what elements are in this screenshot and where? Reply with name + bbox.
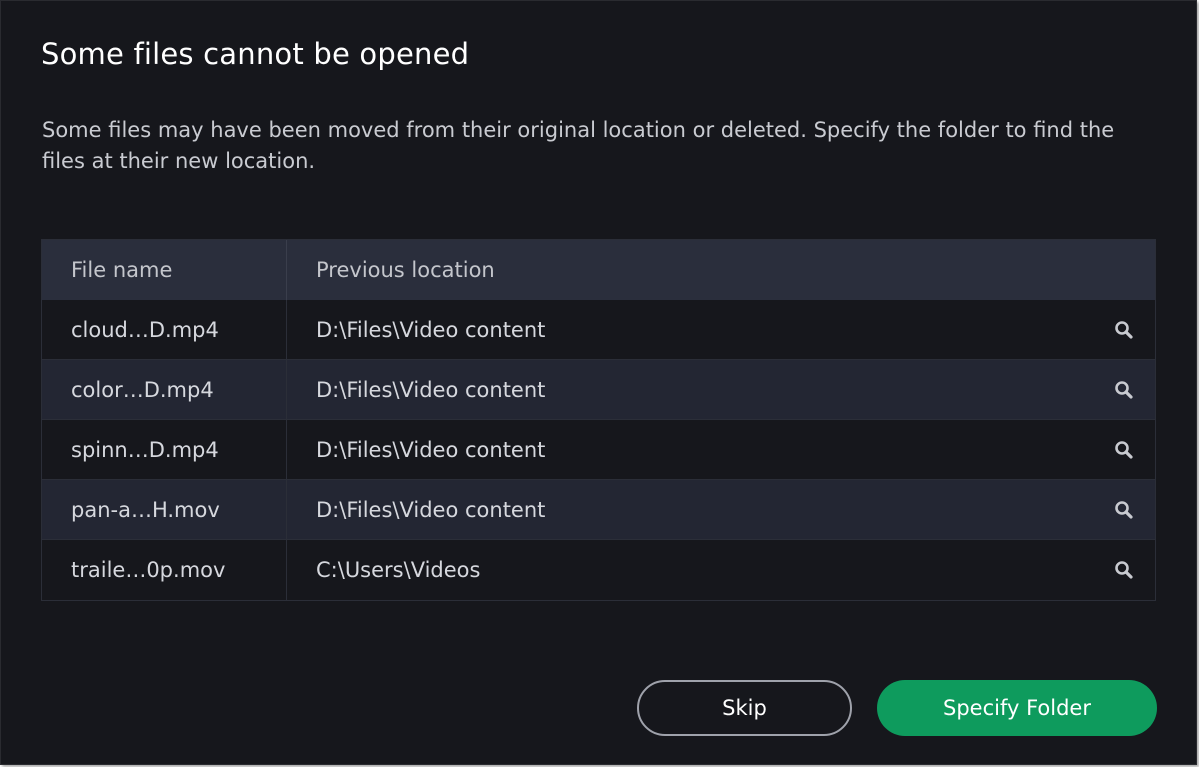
table-header-row: File name Previous location bbox=[42, 240, 1155, 300]
locate-file-button[interactable] bbox=[1109, 375, 1139, 405]
table-row: color…D.mp4 D:\Files\Video content bbox=[42, 360, 1155, 420]
table-row: pan-a…H.mov D:\Files\Video content bbox=[42, 480, 1155, 540]
dialog-description: Some files may have been moved from thei… bbox=[42, 118, 1115, 173]
table-row: traile…0p.mov C:\Users\Videos bbox=[42, 540, 1155, 600]
action-cell bbox=[1093, 360, 1155, 419]
locate-file-button[interactable] bbox=[1109, 435, 1139, 465]
missing-files-dialog: Some files cannot be opened Some files m… bbox=[0, 0, 1197, 765]
skip-button[interactable]: Skip bbox=[637, 680, 852, 736]
table-row: spinn…D.mp4 D:\Files\Video content bbox=[42, 420, 1155, 480]
search-icon bbox=[1115, 561, 1133, 579]
search-icon bbox=[1115, 320, 1133, 339]
location-cell: D:\Files\Video content bbox=[316, 317, 546, 342]
table-row: cloud…D.mp4 D:\Files\Video content bbox=[42, 300, 1155, 360]
missing-files-table: File name Previous location cloud…D.mp4 … bbox=[41, 239, 1156, 601]
location-cell: D:\Files\Video content bbox=[316, 377, 546, 402]
file-name-cell: traile…0p.mov bbox=[42, 540, 287, 600]
location-cell: C:\Users\Videos bbox=[316, 558, 481, 582]
search-icon bbox=[1115, 440, 1133, 459]
search-icon bbox=[1115, 500, 1133, 519]
dialog-title: Some files cannot be opened bbox=[41, 37, 470, 71]
locate-file-button[interactable] bbox=[1109, 315, 1139, 345]
search-icon bbox=[1115, 380, 1133, 399]
locate-file-button[interactable] bbox=[1109, 555, 1139, 585]
location-cell: D:\Files\Video content bbox=[316, 497, 546, 522]
locate-file-button[interactable] bbox=[1109, 495, 1139, 525]
action-cell bbox=[1093, 480, 1155, 539]
action-cell bbox=[1093, 540, 1155, 600]
action-cell bbox=[1093, 420, 1155, 479]
action-cell bbox=[1093, 300, 1155, 359]
column-header-file-name: File name bbox=[42, 240, 287, 300]
file-name-cell: pan-a…H.mov bbox=[42, 480, 287, 539]
file-name-cell: color…D.mp4 bbox=[42, 360, 287, 419]
column-header-previous-location: Previous location bbox=[316, 258, 495, 282]
file-name-cell: spinn…D.mp4 bbox=[42, 420, 287, 479]
specify-folder-button[interactable]: Specify Folder bbox=[877, 680, 1157, 736]
file-name-cell: cloud…D.mp4 bbox=[42, 300, 287, 359]
location-cell: D:\Files\Video content bbox=[316, 437, 546, 462]
